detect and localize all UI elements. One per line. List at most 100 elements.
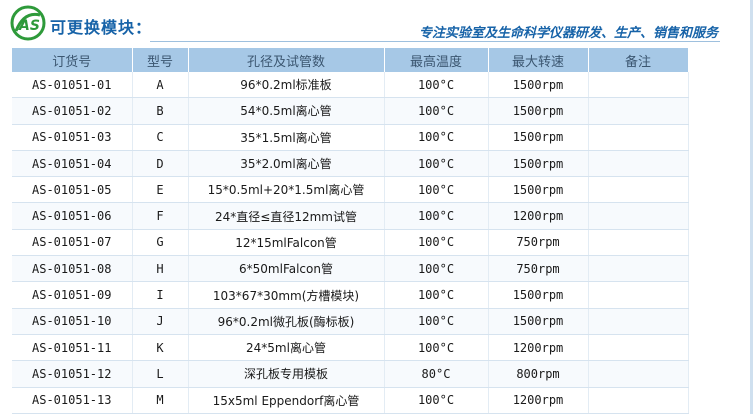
column-header-model: 型号 (132, 48, 189, 72)
capacity-cell: 24*直径≤直径12mm试管 (188, 202, 385, 230)
remarks-cell (588, 97, 689, 125)
order-no-cell: AS-01051-12 (12, 360, 133, 388)
table-row: AS-01051-13 M 15x5ml Eppendorf离心管 100°C 1200… (12, 387, 689, 414)
section-header: AS 可更换模块： 专注实验室及生命科学仪器研发、生产、销售和服务 (0, 0, 748, 44)
remarks-cell (588, 334, 689, 362)
model-cell: M (132, 387, 189, 414)
company-slogan: 专注实验室及生命科学仪器研发、生产、销售和服务 (418, 26, 718, 41)
order-no-cell: AS-01051-03 (12, 124, 133, 151)
order-no-cell: AS-01051-08 (12, 255, 133, 283)
order-no-cell: AS-01051-05 (12, 176, 133, 204)
svg-text:AS: AS (18, 18, 40, 34)
model-cell: J (132, 308, 189, 335)
table-row: AS-01051-05 E 15*0.5ml+20*1.5ml离心管 100°C 150… (12, 176, 689, 204)
max-temp-cell: 100°C (384, 97, 489, 125)
model-cell: H (132, 255, 189, 283)
max-temp-cell: 100°C (384, 281, 489, 309)
capacity-cell: 96*0.2ml标准板 (188, 72, 385, 99)
order-no-cell: AS-01051-06 (12, 202, 133, 230)
max-temp-cell: 100°C (384, 150, 489, 178)
max-speed-cell: 1500rpm (488, 176, 589, 204)
capacity-cell: 96*0.2ml微孔板(酶标板) (188, 308, 385, 335)
max-temp-cell: 100°C (384, 308, 489, 335)
column-header-order-no: 订货号 (12, 48, 133, 72)
table-row: AS-01051-12 L 深孔板专用模板 80°C 800rpm (12, 360, 689, 388)
column-header-capacity: 孔径及试管数 (188, 48, 385, 72)
model-cell: B (132, 97, 189, 125)
max-temp-cell: 100°C (384, 255, 489, 283)
max-temp-cell: 100°C (384, 124, 489, 151)
order-no-cell: AS-01051-11 (12, 334, 133, 362)
table-row: AS-01051-04 D 35*2.0ml离心管 100°C 1500rpm (12, 150, 689, 178)
max-speed-cell: 1500rpm (488, 72, 589, 99)
table-row: AS-01051-07 G 12*15mlFalcon管 100°C 750rpm (12, 229, 689, 257)
capacity-cell: 35*2.0ml离心管 (188, 150, 385, 178)
header-divider (150, 41, 720, 42)
model-cell: F (132, 202, 189, 230)
capacity-cell: 54*0.5ml离心管 (188, 97, 385, 125)
capacity-cell: 深孔板专用模板 (188, 360, 385, 388)
model-cell: E (132, 176, 189, 204)
order-no-cell: AS-01051-09 (12, 281, 133, 309)
table-row: AS-01051-10 J 96*0.2ml微孔板(酶标板) 100°C 1500rpm (12, 308, 689, 335)
max-speed-cell: 1200rpm (488, 334, 589, 362)
column-header-remarks: 备注 (588, 48, 689, 72)
remarks-cell (588, 72, 689, 99)
table-row: AS-01051-02 B 54*0.5ml离心管 100°C 1500rpm (12, 97, 689, 125)
capacity-cell: 35*1.5ml离心管 (188, 124, 385, 151)
column-header-max-speed: 最大转速 (488, 48, 589, 72)
order-no-cell: AS-01051-01 (12, 72, 133, 99)
remarks-cell (588, 281, 689, 309)
remarks-cell (588, 176, 689, 204)
table-row: AS-01051-11 K 24*5ml离心管 100°C 1200rpm (12, 334, 689, 362)
order-no-cell: AS-01051-07 (12, 229, 133, 257)
model-cell: C (132, 124, 189, 151)
max-speed-cell: 800rpm (488, 360, 589, 388)
max-speed-cell: 1500rpm (488, 281, 589, 309)
model-cell: G (132, 229, 189, 257)
column-header-max-temp: 最高温度 (384, 48, 489, 72)
order-no-cell: AS-01051-02 (12, 97, 133, 125)
remarks-cell (588, 308, 689, 335)
max-speed-cell: 1500rpm (488, 308, 589, 335)
remarks-cell (588, 202, 689, 230)
remarks-cell (588, 150, 689, 178)
capacity-cell: 12*15mlFalcon管 (188, 229, 385, 257)
order-no-cell: AS-01051-04 (12, 150, 133, 178)
capacity-cell: 6*50mlFalcon管 (188, 255, 385, 283)
max-speed-cell: 1500rpm (488, 97, 589, 125)
module-table: 订货号 型号 孔径及试管数 最高温度 最大转速 备注 AS-01051-01 A 9… (12, 48, 689, 414)
capacity-cell: 15*0.5ml+20*1.5ml离心管 (188, 176, 385, 204)
max-temp-cell: 100°C (384, 202, 489, 230)
table-body: AS-01051-01 A 96*0.2ml标准板 100°C 1500rpm AS-01… (12, 72, 689, 414)
max-temp-cell: 100°C (384, 334, 489, 362)
model-cell: I (132, 281, 189, 309)
model-cell: K (132, 334, 189, 362)
max-temp-cell: 100°C (384, 176, 489, 204)
as-logo-icon: AS (10, 5, 46, 41)
model-cell: L (132, 360, 189, 388)
max-temp-cell: 100°C (384, 387, 489, 414)
table-row: AS-01051-09 I 103*67*30mm(方槽模块) 100°C 1500rp… (12, 281, 689, 309)
table-header-row: 订货号 型号 孔径及试管数 最高温度 最大转速 备注 (12, 48, 689, 72)
remarks-cell (588, 124, 689, 151)
module-table-container: 订货号 型号 孔径及试管数 最高温度 最大转速 备注 AS-01051-01 A 9… (12, 48, 689, 414)
order-no-cell: AS-01051-10 (12, 308, 133, 335)
capacity-cell: 15x5ml Eppendorf离心管 (188, 387, 385, 414)
remarks-cell (588, 229, 689, 257)
max-speed-cell: 750rpm (488, 229, 589, 257)
max-temp-cell: 80°C (384, 360, 489, 388)
table-row: AS-01051-08 H 6*50mlFalcon管 100°C 750rpm (12, 255, 689, 283)
model-cell: D (132, 150, 189, 178)
max-speed-cell: 1200rpm (488, 202, 589, 230)
max-temp-cell: 100°C (384, 72, 489, 99)
max-temp-cell: 100°C (384, 229, 489, 257)
model-cell: A (132, 72, 189, 99)
capacity-cell: 24*5ml离心管 (188, 334, 385, 362)
remarks-cell (588, 255, 689, 283)
max-speed-cell: 1200rpm (488, 387, 589, 414)
remarks-cell (588, 387, 689, 414)
order-no-cell: AS-01051-13 (12, 387, 133, 414)
capacity-cell: 103*67*30mm(方槽模块) (188, 281, 385, 309)
remarks-cell (588, 360, 689, 388)
